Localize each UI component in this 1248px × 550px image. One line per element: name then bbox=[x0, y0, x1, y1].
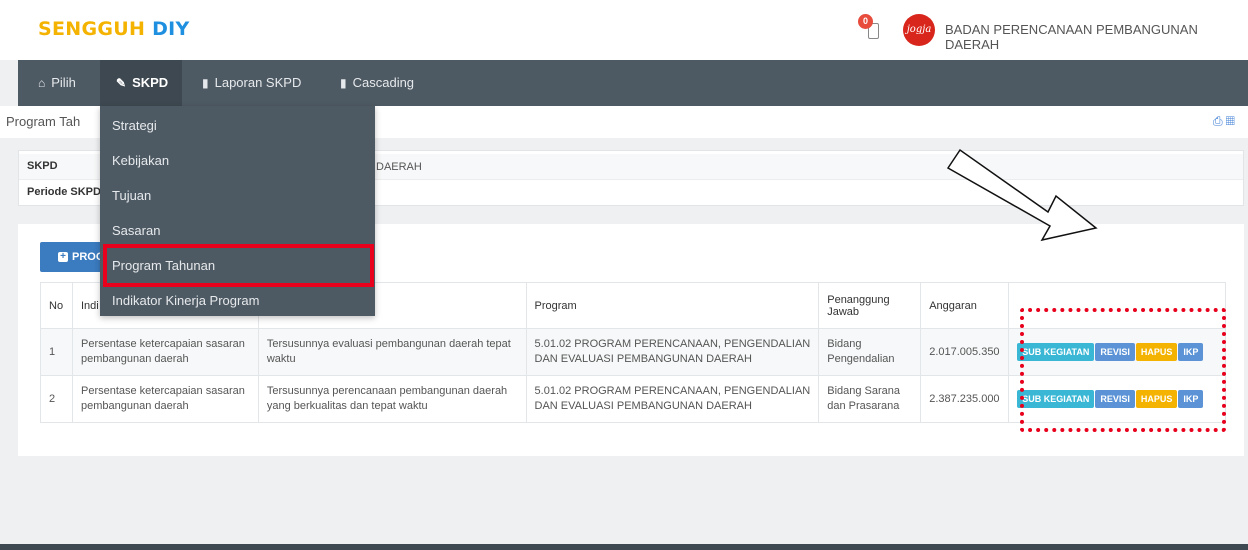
edit-icon: ✎ bbox=[116, 76, 127, 90]
annotation-arrow bbox=[946, 148, 1098, 242]
arrow-shape bbox=[946, 148, 1098, 242]
cell-no: 1 bbox=[40, 328, 73, 376]
col-anggaran: Anggaran bbox=[920, 282, 1010, 329]
menu-item-tujuan[interactable]: Tujuan bbox=[100, 178, 375, 213]
cell-anggaran: 2.387.235.000 bbox=[920, 375, 1010, 423]
cell-indikator: Persentase ketercapaian sasaran pembangu… bbox=[71, 328, 259, 376]
menu-item-sasaran[interactable]: Sasaran bbox=[100, 213, 375, 248]
org-name[interactable]: BADAN PERENCANAAN PEMBANGUNAN DAERAH bbox=[945, 22, 1248, 52]
cell-no: 2 bbox=[40, 375, 73, 423]
book-icon: ▮ bbox=[340, 76, 347, 90]
dotted-highlight bbox=[1020, 308, 1226, 432]
book-icon: ▮ bbox=[202, 76, 209, 90]
toolbar: ⎙▦ bbox=[1213, 114, 1238, 129]
print-icon[interactable]: ⎙ bbox=[1213, 114, 1226, 128]
main-navbar: ⌂ Pilih ✎ SKPD ▮ Laporan SKPD ▮ Cascading bbox=[18, 60, 1248, 106]
nav-cascading-label: Cascading bbox=[352, 75, 415, 90]
notification-button[interactable]: 0 bbox=[858, 14, 884, 42]
skpd-value: DAERAH bbox=[376, 161, 422, 173]
skpd-label: SKPD bbox=[27, 160, 58, 172]
home-icon: ⌂ bbox=[38, 76, 46, 90]
notification-badge: 0 bbox=[858, 14, 873, 29]
brand-name-part1: SENGGUH bbox=[38, 18, 146, 40]
cell-program: 5.01.02 PROGRAM PERENCANAAN, PENGENDALIA… bbox=[525, 375, 820, 423]
nav-cascading[interactable]: ▮ Cascading bbox=[340, 60, 440, 106]
periode-label: Periode SKPD bbox=[27, 186, 101, 198]
nav-laporan-skpd[interactable]: ▮ Laporan SKPD bbox=[202, 60, 322, 106]
brand-name-part2: DIY bbox=[152, 18, 190, 40]
nav-pilih-label: Pilih bbox=[51, 75, 76, 90]
cell-penanggung-jawab: Bidang Pengendalian bbox=[818, 328, 922, 376]
export-icon[interactable]: ▦ bbox=[1226, 114, 1238, 128]
cell-sasaran: Tersusunnya evaluasi pembangunan daerah … bbox=[257, 328, 527, 376]
cell-program: 5.01.02 PROGRAM PERENCANAAN, PENGENDALIA… bbox=[525, 328, 820, 376]
plus-icon: + bbox=[58, 252, 68, 262]
col-penanggung-jawab: Penanggung Jawab bbox=[818, 282, 922, 329]
cell-penanggung-jawab: Bidang Sarana dan Prasarana bbox=[818, 375, 922, 423]
menu-item-indikator-kinerja-program[interactable]: Indikator Kinerja Program bbox=[100, 283, 375, 318]
org-logo[interactable]: jogja bbox=[903, 14, 935, 46]
app-logo[interactable]: SENGGUH DIY bbox=[38, 18, 190, 40]
breadcrumb: Program Tah bbox=[6, 114, 81, 129]
nav-laporan-label: Laporan SKPD bbox=[214, 75, 302, 90]
col-program: Program bbox=[525, 282, 820, 329]
cell-anggaran: 2.017.005.350 bbox=[920, 328, 1010, 376]
footer-bar bbox=[0, 544, 1248, 550]
menu-item-strategi[interactable]: Strategi bbox=[100, 108, 375, 143]
nav-skpd-label: SKPD bbox=[132, 75, 169, 90]
nav-skpd[interactable]: ✎ SKPD bbox=[100, 60, 182, 106]
menu-item-kebijakan[interactable]: Kebijakan bbox=[100, 143, 375, 178]
col-no: No bbox=[40, 282, 73, 329]
cell-indikator: Persentase ketercapaian sasaran pembangu… bbox=[71, 375, 259, 423]
cell-sasaran: Tersusunnya perencanaan pembangunan daer… bbox=[257, 375, 527, 423]
highlight-box bbox=[103, 244, 374, 287]
